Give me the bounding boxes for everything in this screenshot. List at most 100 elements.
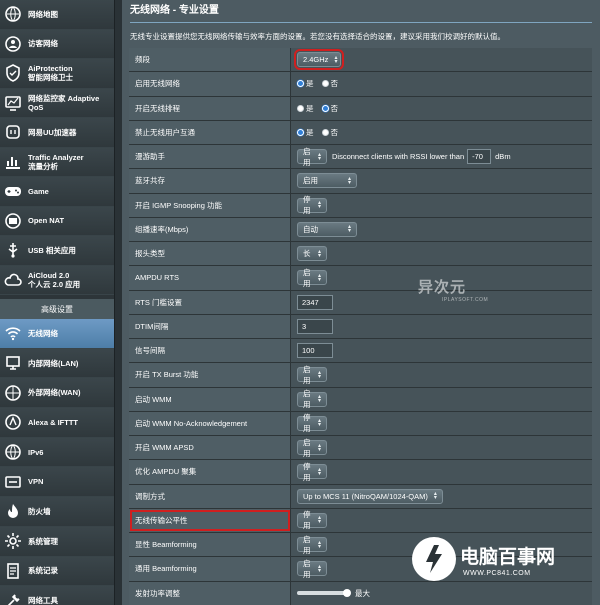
setting-select[interactable]: 停用 ▴ ▾ [297,195,327,215]
setting-select[interactable]: 启用 ▴ ▾ [297,173,357,189]
sidebar-item-open-nat[interactable]: Open NAT [0,206,114,236]
sidebar: 网络地图访客网络 AiProtection 智能网络卫士 网络监控家 Adaptiv… [0,0,115,605]
setting-value: 3 [291,314,592,338]
chevron-updown-icon: ▴ ▾ [347,175,351,186]
admin-icon [3,531,23,551]
setting-input[interactable]: 2347 [297,294,333,310]
sidebar-item-label: 系统记录 [28,566,58,576]
band-select[interactable]: 2.4GHz ▴ ▾ [294,49,344,71]
watermark-bot-url: WWW.PC841.COM [463,570,531,577]
chevron-updown-icon: ▴ ▾ [317,515,321,526]
wifi-icon [3,323,23,343]
watermark-bot-name: 电脑百事网 [460,547,556,568]
cloud-icon [3,270,23,290]
sidebar-item-firewall[interactable]: 防火墙 [0,497,114,527]
sidebar-item-tools[interactable]: 网络工具 [0,586,114,605]
radio-dot [321,128,329,136]
setting-select[interactable]: 启用 ▴ ▾ [297,268,327,288]
sidebar-item-label: 防火墙 [28,506,51,516]
sidebar-item-ipv6[interactable]: IPv6 [0,437,114,468]
radio-yes[interactable]: 是 [297,103,314,114]
settings-row: 信号间隔 100 [129,339,592,364]
sidebar-item-label: AiCloud 2.0 个人云 2.0 应用 [28,270,81,289]
sidebar-item-usb[interactable]: USB 相关应用 [0,236,114,266]
chevron-updown-icon: ▴ ▾ [317,466,321,477]
usb-icon [3,240,23,260]
chevron-updown-icon: ▴ ▾ [347,224,351,235]
slider-track [297,589,351,598]
setting-input[interactable]: 100 [297,343,333,359]
radio-yes[interactable]: 是 [297,78,314,89]
sidebar-item-label: IPv6 [28,447,44,457]
setting-select[interactable]: 停用 ▴ ▾ [297,413,327,433]
setting-select[interactable]: 启用 ▴ ▾ [297,147,327,167]
sidebar-item-map[interactable]: 网络地图 [0,0,114,30]
sidebar-item-label: Game [28,186,49,196]
setting-select[interactable]: 启用 ▴ ▾ [297,535,327,555]
select-value: 启用 [303,558,311,579]
setting-label: AMPDU RTS [129,266,291,290]
sidebar-item-qos[interactable]: 网络监控家 Adaptive QoS [0,88,114,118]
tx-power-slider[interactable]: 最大 [297,588,370,599]
setting-value: 启用 ▴ ▾ Disconnect clients with RSSI lower t… [291,145,592,169]
setting-label: 启动 WMM [129,387,291,411]
radio-label: 是 [306,103,314,113]
select-value: 停用 [303,510,311,531]
watermark-mid-title: 异次元 [418,279,467,296]
sidebar-item-guests[interactable]: 访客网络 [0,29,114,59]
setting-select[interactable]: 停用 ▴ ▾ [297,510,327,530]
setting-value: 启用 ▴ ▾ [291,387,592,411]
chevron-updown-icon: ▴ ▾ [317,442,321,453]
sidebar-item-vpn[interactable]: VPN [0,467,114,498]
setting-input[interactable]: -70 [467,149,492,165]
sidebar-item-lan[interactable]: 内部网络(LAN) [0,348,114,379]
setting-select[interactable]: 启用 ▴ ▾ [297,559,327,579]
sidebar-item-analyzer[interactable]: Traffic Analyzer 流量分析 [0,147,114,177]
watermark-mid-url: IPLAYSOFT.COM [442,297,489,303]
sidebar-item-label: 无线网络 [28,328,58,338]
log-icon [3,561,23,581]
setting-select[interactable]: 启用 ▴ ▾ [297,389,327,409]
sidebar-item-log[interactable]: 系统记录 [0,556,114,587]
setting-select[interactable]: Up to MCS 11 (NitroQAM/1024-QAM) ▴ ▾ [297,488,443,504]
setting-label: 开启 TX Burst 功能 [129,363,291,387]
sidebar-item-label: 网易UU加速器 [28,127,77,137]
setting-label: 信号间隔 [129,339,291,363]
select-value: 启用 [303,389,311,410]
setting-select[interactable]: 停用 ▴ ▾ [297,462,327,482]
setting-select[interactable]: 启用 ▴ ▾ [297,365,327,385]
setting-label: 无线传输公平性 [129,508,291,532]
alexa-icon [3,412,23,432]
setting-label: DTIM间隔 [129,314,291,338]
roaming-description: Disconnect clients with RSSI lower than [332,152,465,162]
setting-value: 是否 [291,72,592,96]
sidebar-item-label: 访客网络 [28,39,58,49]
sidebar-item-uu[interactable]: 网易UU加速器 [0,118,114,148]
sidebar-item-wan[interactable]: 外部网络(WAN) [0,378,114,409]
setting-select[interactable]: 自动 ▴ ▾ [297,221,357,237]
settings-row: 启用无线网络是否 [129,72,592,97]
setting-select[interactable]: 长 ▴ ▾ [297,246,327,262]
radio-yes[interactable]: 是 [297,127,314,138]
pc841-logo-icon [412,537,456,581]
sidebar-item-gamepad[interactable]: Game [0,177,114,207]
sidebar-item-cloud[interactable]: AiCloud 2.0 个人云 2.0 应用 [0,265,114,295]
radio-no[interactable]: 否 [321,103,338,114]
sidebar-item-admin[interactable]: 系统管理 [0,526,114,557]
setting-label: 优化 AMPDU 聚集 [129,460,291,484]
radio-no[interactable]: 否 [321,78,338,89]
setting-select[interactable]: 启用 ▴ ▾ [297,438,327,458]
select-value: 启用 [303,534,311,555]
setting-input[interactable]: 3 [297,318,333,334]
radio-label: 否 [330,127,339,137]
sidebar-item-wifi[interactable]: 无线网络 [0,319,114,349]
setting-label: 报头类型 [129,242,291,266]
sidebar-item-shield[interactable]: AiProtection 智能网络卫士 [0,59,114,89]
slider-knob[interactable] [343,589,351,598]
radio-no[interactable]: 否 [321,127,339,138]
open-nat-icon [3,211,23,231]
sidebar-item-alexa[interactable]: Alexa & IFTTT [0,408,114,438]
sidebar-item-label: Traffic Analyzer 流量分析 [28,152,84,171]
select-value: 启用 [303,267,311,288]
settings-row: AMPDU RTS 启用 ▴ ▾ [129,266,592,291]
